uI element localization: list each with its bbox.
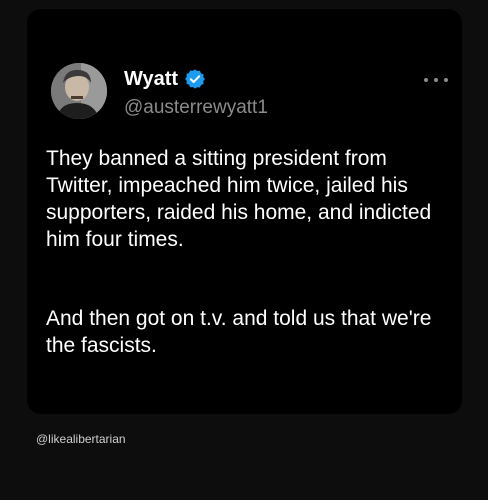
watermark-handle: @likealibertarian: [36, 432, 126, 446]
author-name[interactable]: Wyatt: [124, 67, 178, 91]
avatar-photo: [51, 63, 107, 119]
verified-badge-icon: [184, 68, 206, 90]
page: Wyatt @austerrewyatt1 They banned a sitt…: [0, 0, 488, 500]
author-row: Wyatt: [124, 67, 206, 91]
author-handle[interactable]: @austerrewyatt1: [124, 96, 268, 120]
tweet-text-paragraph-1: They banned a sitting president from Twi…: [46, 147, 432, 251]
avatar[interactable]: [51, 63, 107, 119]
tweet-card[interactable]: Wyatt @austerrewyatt1 They banned a sitt…: [27, 9, 462, 414]
more-horizontal-icon[interactable]: [424, 75, 448, 85]
tweet-text-paragraph-2: And then got on t.v. and told us that we…: [46, 307, 432, 357]
